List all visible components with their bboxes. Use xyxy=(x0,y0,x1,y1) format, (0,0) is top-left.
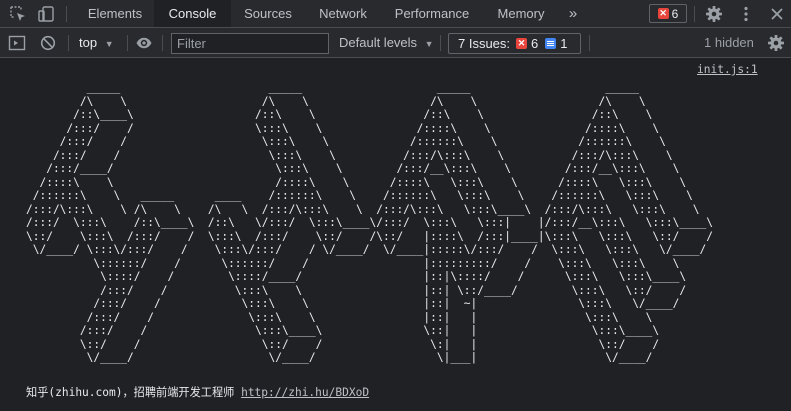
sidebar-icon xyxy=(8,35,26,51)
issues-info-count: 1 xyxy=(560,36,568,51)
error-count-badge[interactable]: ✕ 6 xyxy=(649,4,687,23)
console-output: init.js:1 _____ _____ _____ _____ /\ \ /… xyxy=(0,58,791,411)
tab-console[interactable]: Console xyxy=(154,0,231,27)
tabbar-separator xyxy=(694,6,695,22)
close-devtools-button[interactable] xyxy=(767,4,787,24)
tab-sources[interactable]: Sources xyxy=(231,0,305,27)
device-toolbar-button[interactable] xyxy=(36,4,56,24)
gear-icon xyxy=(706,6,722,22)
console-toolbar: top ▼ Default levels ▼ 7 Issues: ✕ 6 1 1… xyxy=(0,28,791,58)
tab-performance[interactable]: Performance xyxy=(381,0,483,27)
tabbar-separator xyxy=(66,6,67,22)
tab-network[interactable]: Network xyxy=(305,0,381,27)
tab-elements[interactable]: Elements xyxy=(76,0,154,27)
device-mode-icon xyxy=(38,6,54,22)
inspect-element-button[interactable] xyxy=(8,4,28,24)
recruit-text: 知乎(zhihu.com)，招聘前端开发工程师 xyxy=(26,386,242,399)
devtools-window: Elements Console Sources Network Perform… xyxy=(0,0,791,411)
customize-menu-button[interactable] xyxy=(736,4,756,24)
clear-console-button[interactable] xyxy=(38,33,58,53)
settings-button[interactable] xyxy=(704,4,724,24)
clear-icon xyxy=(40,35,56,51)
toolbar-separator xyxy=(127,35,128,51)
execution-context-select[interactable]: top ▼ xyxy=(79,34,114,52)
recruit-message: 知乎(zhihu.com)，招聘前端开发工程师 http://zhi.hu/BD… xyxy=(26,384,369,400)
info-icon xyxy=(545,38,557,49)
ascii-art-message: _____ _____ _____ _____ /\ \ /\ \ /\ \ /… xyxy=(26,81,714,364)
close-icon xyxy=(771,8,783,20)
toggle-sidebar-button[interactable] xyxy=(7,33,27,53)
issues-label: 7 Issues: xyxy=(458,36,511,51)
chevron-down-icon: ▼ xyxy=(104,39,114,49)
levels-label: Default levels xyxy=(339,35,418,50)
error-count: 6 xyxy=(671,6,679,21)
kebab-menu-icon xyxy=(744,6,748,22)
log-levels-dropdown[interactable]: Default levels ▼ xyxy=(339,34,434,52)
filter-input[interactable] xyxy=(171,33,329,54)
gear-icon xyxy=(768,35,784,51)
live-expression-button[interactable] xyxy=(134,33,154,53)
tab-memory[interactable]: Memory xyxy=(483,0,559,27)
toolbar-separator xyxy=(589,35,590,51)
inspect-icon xyxy=(10,6,25,21)
error-icon: ✕ xyxy=(516,38,528,49)
source-location-link[interactable]: init.js:1 xyxy=(697,63,758,76)
toolbar-separator xyxy=(162,35,163,51)
main-tab-bar: Elements Console Sources Network Perform… xyxy=(0,0,791,28)
toolbar-separator xyxy=(68,35,69,51)
chevron-down-icon: ▼ xyxy=(424,39,434,49)
error-icon: ✕ xyxy=(657,8,669,19)
issues-error-count: 6 xyxy=(531,36,539,51)
console-settings-button[interactable] xyxy=(766,33,786,53)
more-tabs-button[interactable]: » xyxy=(559,0,587,27)
hidden-messages-count: 1 hidden xyxy=(704,35,754,50)
context-value: top xyxy=(79,35,98,50)
issues-button[interactable]: 7 Issues: ✕ 6 1 xyxy=(448,33,581,54)
eye-icon xyxy=(136,37,152,49)
recruit-link[interactable]: http://zhi.hu/BDXoD xyxy=(241,386,369,399)
toolbar-separator xyxy=(440,35,441,51)
